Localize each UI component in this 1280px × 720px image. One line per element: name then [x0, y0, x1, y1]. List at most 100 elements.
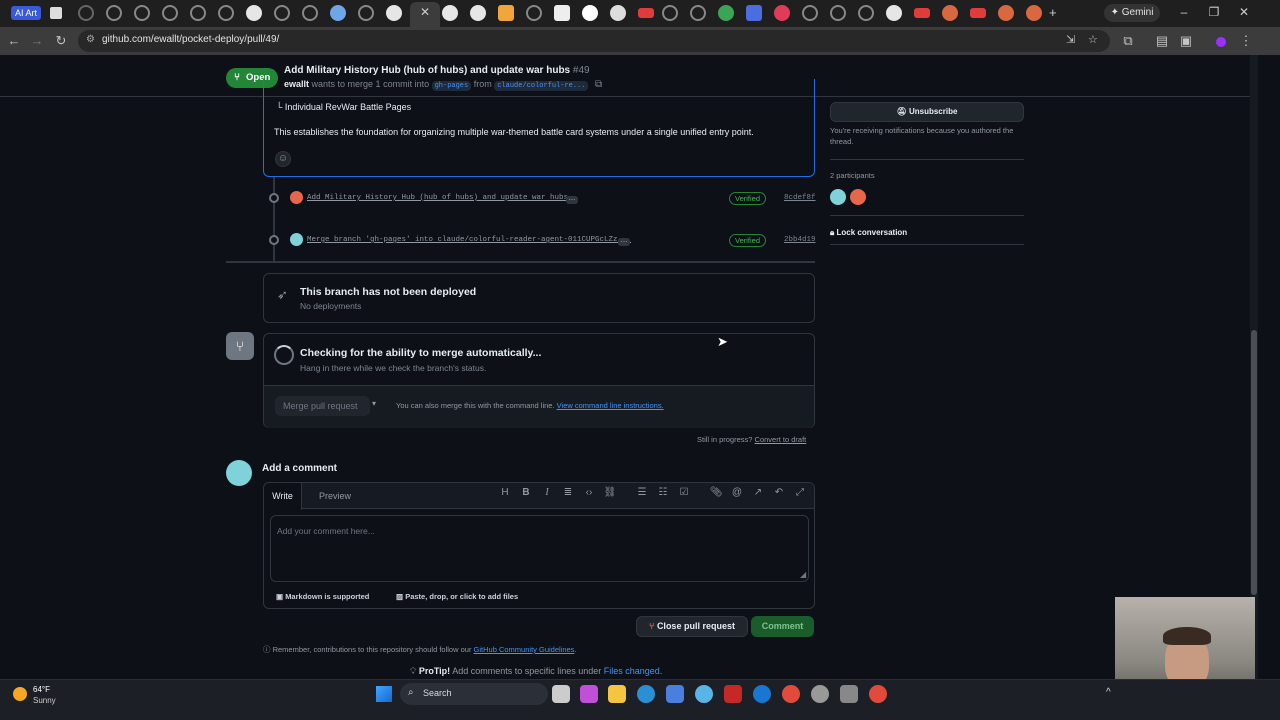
store-icon[interactable]: [666, 685, 684, 703]
tab-favicon-icon[interactable]: [134, 5, 150, 21]
tab-write[interactable]: Write: [264, 483, 302, 510]
undo-icon[interactable]: ↶: [772, 487, 786, 498]
markdown-note[interactable]: ▣ Markdown is supported: [276, 592, 369, 601]
unsubscribe-button[interactable]: 🔕︎ Unsubscribe: [830, 102, 1024, 122]
convert-to-draft-link[interactable]: Convert to draft: [755, 435, 807, 444]
taskbar-search[interactable]: ⌕ Search: [400, 683, 548, 705]
link-icon[interactable]: ⛓: [603, 487, 617, 498]
tab-preview[interactable]: Preview: [319, 491, 351, 501]
copilot-icon[interactable]: [580, 685, 598, 703]
github-tab-icon[interactable]: [470, 5, 486, 21]
quote-icon[interactable]: ≣: [561, 487, 575, 498]
github-tab-icon[interactable]: [886, 5, 902, 21]
tab-group-chip[interactable]: AI Art: [11, 6, 42, 20]
commit-sha-link[interactable]: 2bb4d19: [784, 236, 816, 244]
bookmark-star-icon[interactable]: ☆: [1088, 33, 1098, 46]
files-changed-link[interactable]: Files changed: [604, 666, 660, 676]
forward-icon[interactable]: →: [29, 33, 45, 49]
settings-icon[interactable]: [840, 685, 858, 703]
tab-favicon-icon[interactable]: [190, 5, 206, 21]
x-tab-icon[interactable]: [662, 5, 678, 21]
tab-favicon-icon[interactable]: [302, 5, 318, 21]
tab-favicon-icon[interactable]: [802, 5, 818, 21]
resize-handle-icon[interactable]: ◢: [800, 570, 806, 579]
chrome-icon[interactable]: [869, 685, 887, 703]
reload-icon[interactable]: ↻: [53, 33, 69, 49]
github-tab-icon[interactable]: [442, 5, 458, 21]
mention-icon[interactable]: @: [730, 487, 744, 498]
scrollbar-thumb[interactable]: [1251, 330, 1257, 595]
numbered-list-icon[interactable]: ☰: [635, 487, 649, 498]
bold-icon[interactable]: B: [519, 487, 533, 498]
italic-icon[interactable]: I: [540, 487, 554, 498]
profile-avatar[interactable]: [1216, 37, 1226, 47]
close-tab-icon[interactable]: ✕: [420, 5, 430, 19]
tab-favicon-icon[interactable]: [498, 5, 514, 21]
tab-favicon-icon[interactable]: [162, 5, 178, 21]
system-tray-chevron-icon[interactable]: ^: [1106, 687, 1111, 698]
windows-start-icon[interactable]: [376, 686, 392, 702]
cli-instructions-link[interactable]: View command line instructions.: [557, 401, 664, 410]
verified-badge[interactable]: Verified: [729, 234, 767, 247]
file-explorer-icon[interactable]: [608, 685, 626, 703]
tab-favicon-icon[interactable]: [358, 5, 374, 21]
github-tab-icon[interactable]: [386, 5, 402, 21]
app-icon[interactable]: [724, 685, 742, 703]
install-app-icon[interactable]: ⇲: [1066, 33, 1075, 46]
verified-badge[interactable]: Verified: [729, 192, 767, 205]
weather-sun-icon[interactable]: [13, 687, 27, 701]
bulleted-list-icon[interactable]: ☷: [656, 487, 670, 498]
merge-options-dropdown[interactable]: ▾: [372, 399, 376, 408]
tab-favicon-icon[interactable]: [942, 5, 958, 21]
app-icon[interactable]: [695, 685, 713, 703]
add-reaction-icon[interactable]: ☺: [275, 151, 291, 167]
reference-icon[interactable]: ↗: [751, 487, 765, 498]
youtube-tab-icon[interactable]: [970, 8, 986, 18]
site-info-icon[interactable]: ⚙: [86, 34, 95, 45]
new-tab-icon[interactable]: +: [1049, 5, 1057, 20]
extensions-icon[interactable]: ⧉: [1120, 33, 1136, 49]
tab-favicon-icon[interactable]: [330, 5, 346, 21]
tab-favicon-icon[interactable]: [218, 5, 234, 21]
youtube-tab-icon[interactable]: [638, 8, 654, 18]
commit-sha-link[interactable]: 8cdef8f: [784, 194, 816, 202]
tab-favicon-icon[interactable]: [690, 5, 706, 21]
edge-icon[interactable]: [637, 685, 655, 703]
merge-pull-request-button[interactable]: Merge pull request: [275, 396, 370, 416]
tab-favicon-icon[interactable]: [50, 7, 62, 19]
tab-favicon-icon[interactable]: [106, 5, 122, 21]
youtube-tab-icon[interactable]: [914, 8, 930, 18]
expand-commit-button[interactable]: …: [618, 237, 630, 246]
heading-icon[interactable]: H: [498, 487, 512, 498]
x-tab-icon[interactable]: [858, 5, 874, 21]
comment-button[interactable]: Comment: [751, 616, 814, 637]
hp-icon[interactable]: [753, 685, 771, 703]
participant-avatar[interactable]: [830, 189, 846, 205]
tab-search-icon[interactable]: ▣: [1178, 33, 1194, 49]
attachment-icon[interactable]: 📎︎: [709, 487, 723, 498]
guidelines-link[interactable]: GitHub Community Guidelines: [474, 645, 575, 654]
participant-avatar[interactable]: [850, 189, 866, 205]
restore-icon[interactable]: ❐: [1206, 5, 1222, 19]
tab-favicon-icon[interactable]: [610, 5, 626, 21]
chrome-icon[interactable]: [782, 685, 800, 703]
close-pull-request-button[interactable]: ⑂ Close pull request: [636, 616, 748, 637]
tab-favicon-icon[interactable]: [746, 5, 762, 21]
commit-message-link[interactable]: Add Military History Hub (hub of hubs) a…: [307, 194, 568, 202]
task-view-icon[interactable]: [552, 685, 570, 703]
expand-commit-button[interactable]: …: [566, 195, 578, 204]
tab-favicon-icon[interactable]: [554, 5, 570, 21]
fullscreen-icon[interactable]: ⤢: [793, 487, 807, 498]
back-icon[interactable]: ←: [6, 33, 22, 49]
address-bar[interactable]: ⚙ github.com/ewallt/pocket-deploy/pull/4…: [78, 30, 1110, 52]
tab-favicon-icon[interactable]: [582, 5, 598, 21]
tab-favicon-icon[interactable]: [830, 5, 846, 21]
attach-files-note[interactable]: ▨ Paste, drop, or click to add files: [396, 592, 518, 601]
tab-favicon-icon[interactable]: [718, 5, 734, 21]
tab-favicon-icon[interactable]: [526, 5, 542, 21]
code-icon[interactable]: ‹›: [582, 487, 596, 498]
menu-icon[interactable]: ⋮: [1238, 33, 1254, 49]
lock-conversation-link[interactable]: 🔒︎ Lock conversation: [830, 228, 907, 238]
github-tab-icon[interactable]: [246, 5, 262, 21]
commit-message-link[interactable]: Merge branch 'gh-pages' into claude/colo…: [307, 236, 631, 244]
